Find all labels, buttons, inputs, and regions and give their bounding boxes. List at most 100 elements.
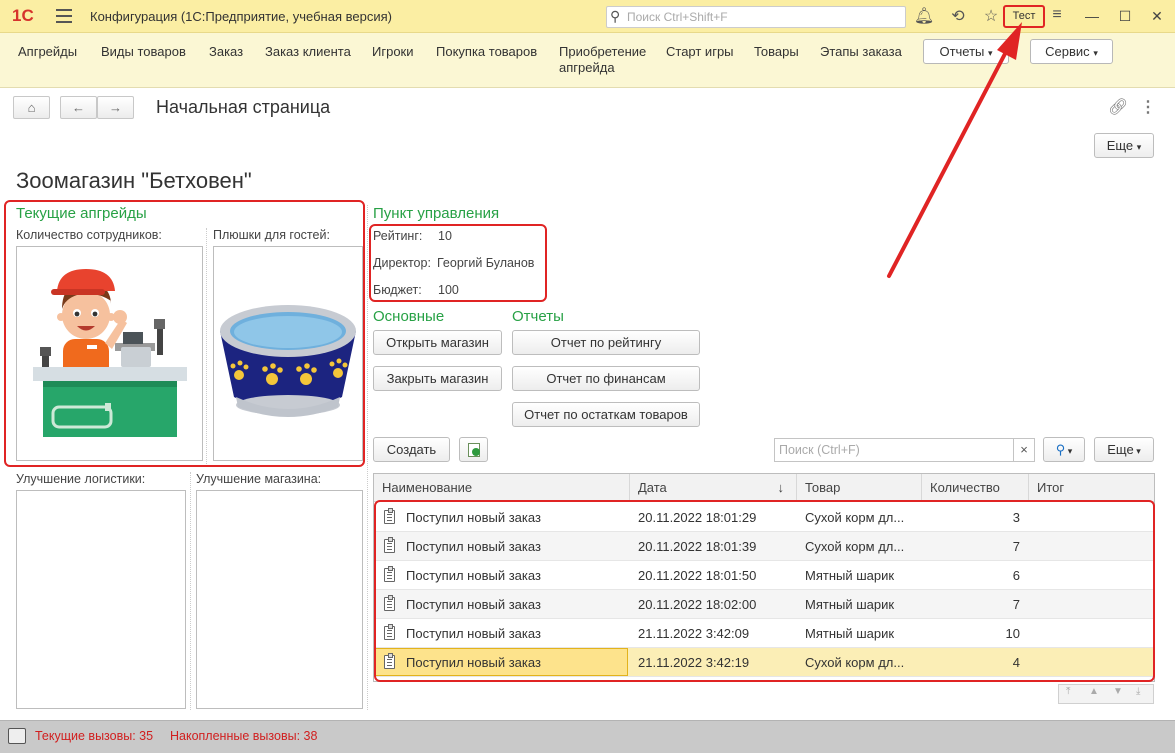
cell-quantity: 7: [1012, 597, 1020, 612]
column-header-product[interactable]: Товар: [797, 474, 922, 502]
page-down-icon[interactable]: ▼: [1113, 686, 1123, 697]
reports-menu-button[interactable]: Отчеты ▾: [923, 39, 1009, 64]
cell-date: 21.11.2022 3:42:09: [638, 626, 750, 641]
document-icon: [384, 566, 395, 582]
app-logo: 1С: [12, 6, 34, 25]
more-button[interactable]: Еще ▾: [1094, 133, 1154, 158]
table-row[interactable]: Поступил новый заказ 21.11.2022 3:42:09 Мя…: [374, 619, 1154, 648]
global-search-input[interactable]: ⚲ Поиск Ctrl+Shift+F: [606, 6, 906, 28]
add-document-icon: [467, 443, 480, 457]
rating-report-button[interactable]: Отчет по рейтингу: [512, 330, 700, 355]
notifications-bell-icon[interactable]: 🔔︎: [913, 6, 935, 26]
favorites-star-icon[interactable]: ☆: [980, 6, 1002, 26]
search-options-button[interactable]: ⚲ ▾: [1043, 437, 1085, 462]
grid-navigation: ⤒ ▲ ▼ ⤓: [1058, 684, 1154, 704]
column-header-date[interactable]: Дата ↓: [630, 474, 797, 502]
back-button[interactable]: ←: [60, 96, 97, 119]
service-menu-button[interactable]: Сервис ▾: [1030, 39, 1113, 64]
cell-product: Мятный шарик: [805, 568, 895, 583]
list-search-input[interactable]: Поиск (Ctrl+F): [774, 438, 1014, 462]
section-goods[interactable]: Товары: [754, 44, 799, 60]
cell-total: [1037, 503, 1147, 532]
cell-name: Поступил новый заказ: [406, 510, 541, 525]
title-bar: 1С Конфигурация (1С:Предприятие, учебная…: [0, 0, 1175, 33]
minimize-button[interactable]: —: [1079, 5, 1105, 27]
section-game-start[interactable]: Старт игры: [666, 44, 734, 60]
accumulated-calls-counter: Накопленные вызовы: 38: [170, 729, 318, 743]
section-upgrade-acquisition[interactable]: Приобретение апгрейда: [559, 44, 659, 76]
close-window-button[interactable]: ✕: [1144, 5, 1170, 27]
add-copy-button[interactable]: [459, 437, 488, 462]
close-shop-button[interactable]: Закрыть магазин: [373, 366, 502, 391]
cell-name: Поступил новый заказ: [406, 655, 541, 670]
cell-quantity: 4: [1012, 655, 1020, 670]
list-more-button[interactable]: Еще ▾: [1094, 437, 1154, 462]
section-order-stages[interactable]: Этапы заказа: [820, 44, 902, 60]
open-shop-button[interactable]: Открыть магазин: [373, 330, 502, 355]
table-row[interactable]: Поступил новый заказ 20.11.2022 18:02:00 М…: [374, 590, 1154, 619]
document-icon: [384, 624, 395, 640]
page-up-icon[interactable]: ▲: [1089, 686, 1099, 697]
logistics-upgrade-label: Улучшение логистики:: [16, 472, 146, 486]
document-icon: [384, 537, 395, 553]
column-header-quantity[interactable]: Количество: [922, 474, 1029, 502]
maximize-button[interactable]: ☐: [1112, 5, 1138, 27]
history-icon[interactable]: ⟲: [947, 6, 969, 26]
last-page-icon[interactable]: ⤓: [1136, 686, 1140, 697]
cell-date: 20.11.2022 18:01:29: [638, 510, 757, 525]
section-product-types[interactable]: Виды товаров: [101, 44, 186, 60]
rating-value: 10: [438, 229, 452, 243]
document-icon: [384, 653, 395, 669]
current-calls-counter: Текущие вызовы: 35: [35, 729, 154, 743]
cell-date: 21.11.2022 3:42:19: [638, 655, 750, 670]
cell-name: Поступил новый заказ: [406, 539, 541, 554]
column-header-name[interactable]: Наименование: [374, 474, 630, 502]
cell-product: Сухой корм дл...: [805, 655, 905, 670]
table-row[interactable]: Поступил новый заказ 21.11.2022 3:42:19 Су…: [374, 648, 1154, 677]
orders-table[interactable]: Наименование Дата ↓ Товар Количество Ито…: [373, 473, 1155, 682]
link-icon[interactable]: 🔗︎: [1108, 97, 1128, 117]
test-button[interactable]: Тест: [1003, 5, 1045, 28]
chevron-down-icon: ▾: [1065, 446, 1073, 456]
section-client-order[interactable]: Заказ клиента: [265, 44, 351, 60]
cashier-illustration: [33, 269, 187, 437]
table-row[interactable]: Поступил новый заказ 20.11.2022 18:01:39 С…: [374, 532, 1154, 561]
arrow-right-icon: →: [109, 100, 122, 115]
section-players[interactable]: Игроки: [372, 44, 414, 60]
monitor-icon[interactable]: [8, 728, 26, 744]
search-icon: ⚲: [610, 8, 621, 24]
table-row[interactable]: Поступил новый заказ 20.11.2022 18:01:29 С…: [374, 503, 1154, 532]
section-order[interactable]: Заказ: [209, 44, 243, 60]
column-header-total[interactable]: Итог: [1029, 474, 1154, 502]
section-upgrades[interactable]: Апгрейды: [18, 44, 77, 60]
cell-total: [1037, 561, 1147, 590]
chevron-down-icon: ▾: [1093, 48, 1098, 58]
home-button[interactable]: ⌂: [13, 96, 50, 119]
document-icon: [384, 508, 395, 524]
table-row[interactable]: Поступил новый заказ 20.11.2022 18:01:50 М…: [374, 561, 1154, 590]
more-vertical-icon[interactable]: ⋮: [1140, 97, 1156, 117]
settings-menu-icon[interactable]: ≡: [1046, 6, 1068, 24]
cell-quantity: 7: [1012, 539, 1020, 554]
column-header-date-label: Дата: [638, 480, 667, 495]
budget-label: Бюджет:: [373, 283, 422, 297]
arrow-left-icon: ←: [72, 100, 85, 115]
store-upgrade-label: Улучшение магазина:: [196, 472, 322, 486]
list-search-placeholder: Поиск (Ctrl+F): [779, 443, 860, 457]
reports-menu-label: Отчеты: [939, 44, 985, 59]
section-goods-purchase[interactable]: Покупка товаров: [436, 44, 537, 60]
finance-report-button[interactable]: Отчет по финансам: [512, 366, 700, 391]
first-page-icon[interactable]: ⤒: [1066, 686, 1070, 697]
cell-total: [1037, 648, 1147, 677]
chevron-down-icon: ▾: [988, 48, 993, 58]
create-button[interactable]: Создать: [373, 437, 450, 462]
stock-report-button[interactable]: Отчет по остаткам товаров: [512, 402, 700, 427]
cell-name: Поступил новый заказ: [406, 568, 541, 583]
forward-button[interactable]: →: [97, 96, 134, 119]
reports-heading: Отчеты: [512, 308, 564, 325]
main-actions-heading: Основные: [373, 308, 445, 325]
cell-product: Мятный шарик: [805, 626, 895, 641]
clear-search-button[interactable]: ×: [1013, 438, 1035, 462]
control-panel-heading: Пункт управления: [373, 205, 500, 222]
main-menu-icon[interactable]: [56, 9, 72, 27]
